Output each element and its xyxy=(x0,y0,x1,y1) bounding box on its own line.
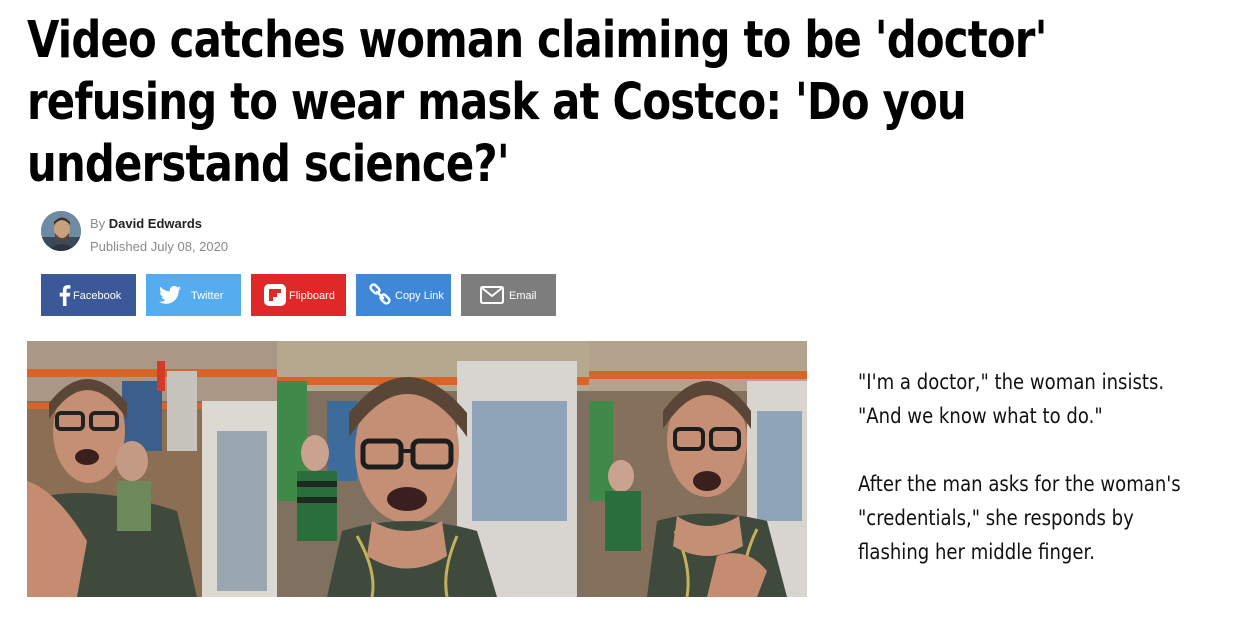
article-headline: Video catches woman claiming to be 'doct… xyxy=(27,10,1047,196)
share-label: Facebook xyxy=(73,290,122,302)
link-icon xyxy=(369,283,391,305)
article-caption: "I'm a doctor," the woman insists. "And … xyxy=(858,365,1181,569)
caption-paragraph: "I'm a doctor," the woman insists. "And … xyxy=(858,365,1176,433)
headline-line: understand science?' xyxy=(27,135,510,194)
author-avatar[interactable] xyxy=(41,211,81,251)
twitter-icon xyxy=(159,286,181,304)
published-date: July 08, 2020 xyxy=(150,239,229,254)
share-label: Email xyxy=(509,290,537,302)
flipboard-share-button[interactable]: Flipboard xyxy=(251,274,346,316)
headline-line: refusing to wear mask at Costco: 'Do you xyxy=(27,73,967,132)
caption-line: "And we know what to do." xyxy=(858,404,1103,428)
caption-line: flashing her middle finger. xyxy=(858,540,1096,564)
caption-line: "credentials," she responds by xyxy=(858,506,1134,530)
caption-paragraph: After the man asks for the woman's "cred… xyxy=(858,467,1181,569)
share-label: Flipboard xyxy=(289,290,335,302)
email-share-button[interactable]: Email xyxy=(461,274,556,316)
headline-line: Video catches woman claiming to be 'doct… xyxy=(27,11,1047,70)
byline-text: By David Edwards Published July 08, 2020 xyxy=(90,212,390,258)
share-label: Twitter xyxy=(191,290,224,302)
author-name[interactable]: David Edwards xyxy=(109,216,202,231)
article-photo xyxy=(27,341,807,597)
copy-link-share-button[interactable]: Copy Link xyxy=(356,274,451,316)
flipboard-icon xyxy=(264,284,286,306)
caption-line: After the man asks for the woman's xyxy=(858,472,1181,496)
email-icon xyxy=(480,286,504,304)
share-label: Copy Link xyxy=(395,290,444,302)
caption-line: "I'm a doctor," the woman insists. xyxy=(858,370,1165,394)
published-label: Published xyxy=(90,239,148,254)
facebook-share-button[interactable]: Facebook xyxy=(41,274,136,316)
twitter-share-button[interactable]: Twitter xyxy=(146,274,241,316)
by-label: By xyxy=(90,216,106,231)
